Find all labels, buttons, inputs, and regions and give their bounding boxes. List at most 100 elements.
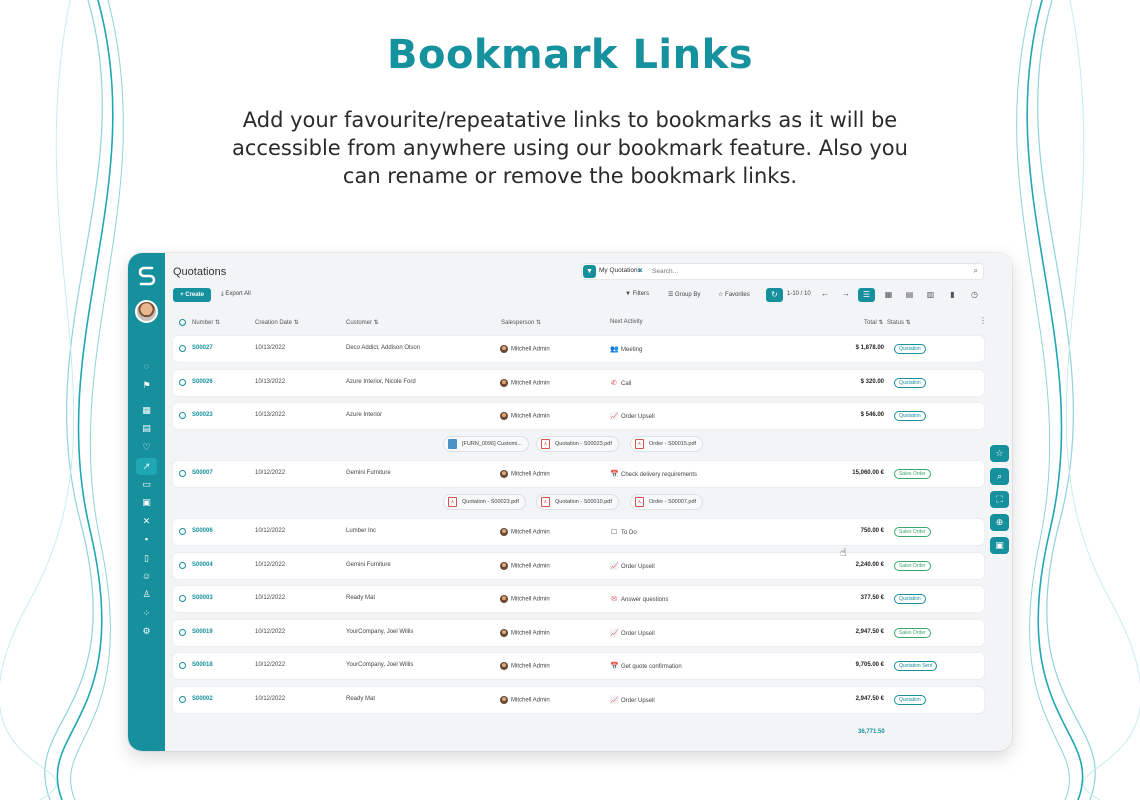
fullscreen-button[interactable]: ⛶ — [990, 491, 1009, 508]
column-total[interactable]: Total ⇅ — [864, 319, 883, 326]
column-status[interactable]: Status ⇅ — [887, 319, 911, 326]
column-options-icon[interactable]: ⋮ — [979, 316, 987, 325]
row-checkbox[interactable] — [179, 345, 186, 354]
pager-prev-icon[interactable]: ← — [821, 289, 829, 298]
quotation-number[interactable]: S00004 — [192, 562, 213, 568]
table-row[interactable]: S00004 10/12/2022 Gemini Furniture Mitchell… — [173, 553, 984, 579]
kanban-view-icon[interactable]: ▦ — [880, 288, 897, 302]
pivot-view-icon[interactable]: ▥ — [922, 288, 939, 302]
attachment-chip[interactable]: ⋏ Quotation - S00010.pdf — [536, 494, 619, 510]
next-activity[interactable]: ✆ Call — [610, 379, 631, 387]
next-activity[interactable]: 📅 Check delivery requirements — [610, 470, 697, 478]
attachment-chip[interactable]: ⋏ Quotation - S00023.pdf — [536, 436, 619, 452]
save-float-button[interactable]: ▣ — [990, 537, 1009, 554]
column-customer[interactable]: Customer ⇅ — [346, 319, 379, 326]
heart-icon[interactable]: ♡ — [138, 440, 155, 455]
attachment-chip[interactable]: ⋏ Order - S00015.pdf — [630, 436, 704, 452]
tools-icon[interactable]: ✕ — [138, 514, 155, 529]
next-activity[interactable]: 📅 Get quote confirmation — [610, 662, 682, 670]
row-checkbox[interactable] — [179, 595, 186, 604]
column-number[interactable]: Number ⇅ — [192, 319, 220, 326]
row-checkbox[interactable] — [179, 629, 186, 638]
column-salesperson[interactable]: Salesperson ⇅ — [501, 319, 541, 326]
attachment-chip[interactable]: [FURN_0096] Customi... — [443, 436, 529, 452]
favorites-button[interactable]: ☆ Favorites — [718, 291, 750, 298]
table-row[interactable]: S00026 10/13/2022 Azure Interior, Nicole F… — [173, 370, 984, 396]
quotation-number[interactable]: S00027 — [192, 345, 213, 351]
next-activity[interactable]: ✉ Answer questions — [610, 595, 668, 603]
attachment-chip[interactable]: ⋏ Quotation - S00023.pdf — [443, 494, 526, 510]
calendar-view-icon[interactable]: ▤ — [901, 288, 918, 302]
column-next-activity[interactable]: Next Activity — [610, 319, 643, 325]
status-badge: Quotation — [894, 695, 926, 705]
next-activity[interactable]: 📈 Order Upsell — [610, 412, 655, 420]
refresh-button[interactable]: ↻ — [766, 288, 783, 302]
next-activity[interactable]: 📈 Order Upsell — [610, 696, 655, 704]
quotation-number[interactable]: S00003 — [192, 595, 213, 601]
search-float-button[interactable]: ⌕ — [990, 468, 1009, 485]
select-all-checkbox[interactable] — [179, 319, 186, 328]
billing-icon[interactable]: ▪ — [138, 532, 155, 547]
graph-view-icon[interactable]: ▮ — [944, 288, 961, 302]
calendar-grid-icon[interactable]: ▣ — [138, 495, 155, 510]
next-activity[interactable]: ☐ To Do — [610, 528, 637, 536]
group-by-button[interactable]: ☰ Group By — [668, 291, 700, 298]
table-row[interactable]: S00019 10/12/2022 YourCompany, Joel Willis… — [173, 620, 984, 646]
table-row[interactable]: S00002 10/12/2022 Ready Mat Mitchell Admin 📈… — [173, 687, 984, 713]
quotation-number[interactable]: S00019 — [192, 629, 213, 635]
table-row[interactable]: S00027 10/13/2022 Deco Addict, Addison Ols… — [173, 336, 984, 362]
row-checkbox[interactable] — [179, 528, 186, 537]
document-icon[interactable]: ▯ — [138, 551, 155, 566]
pager-next-icon[interactable]: → — [842, 289, 850, 298]
column-creation-date[interactable]: Creation Date ⇅ — [255, 319, 299, 326]
flag-icon[interactable]: ⚑ — [138, 378, 155, 393]
table-row[interactable]: S00006 10/12/2022 Lumber Inc Mitchell Admin… — [173, 519, 984, 545]
search-icon[interactable]: ⌕ — [974, 266, 978, 276]
create-button[interactable]: + Create — [173, 288, 211, 302]
quotation-number[interactable]: S00002 — [192, 696, 213, 702]
user-avatar[interactable] — [135, 300, 158, 323]
bookmark-star-button[interactable]: ☆ — [990, 445, 1009, 462]
table-row[interactable]: S00018 10/12/2022 YourCompany, Joel Willis… — [173, 653, 984, 679]
discuss-icon[interactable]: ◌ — [138, 359, 155, 374]
quotation-number[interactable]: S00007 — [192, 470, 213, 476]
row-checkbox[interactable] — [179, 470, 186, 479]
zoom-button[interactable]: ⊕ — [990, 514, 1009, 531]
row-checkbox[interactable] — [179, 412, 186, 421]
quotation-number[interactable]: S00026 — [192, 379, 213, 385]
invoice-icon[interactable]: ▭ — [138, 477, 155, 492]
quotation-number[interactable]: S00018 — [192, 662, 213, 668]
settings-gear-icon[interactable]: ⚙ — [138, 624, 155, 639]
facet-close-icon[interactable]: × — [638, 266, 643, 275]
row-checkbox[interactable] — [179, 562, 186, 571]
app-logo-icon[interactable] — [135, 263, 159, 287]
filters-button[interactable]: ▼ Filters — [625, 291, 649, 297]
apps-icon[interactable]: ⁘ — [138, 606, 155, 621]
user-icon[interactable]: ♙ — [138, 587, 155, 602]
row-checkbox[interactable] — [179, 379, 186, 388]
sales-chart-icon[interactable]: ↗ — [136, 458, 157, 475]
table-row[interactable]: S00003 10/12/2022 Ready Mat Mitchell Admin ✉… — [173, 586, 984, 612]
notes-icon[interactable]: ▤ — [138, 421, 155, 436]
quotation-number[interactable]: S00006 — [192, 528, 213, 534]
next-activity[interactable]: 📈 Order Upsell — [610, 562, 655, 570]
row-checkbox[interactable] — [179, 662, 186, 671]
activity-view-icon[interactable]: ◷ — [966, 288, 983, 302]
salesperson: Mitchell Admin — [500, 528, 550, 536]
next-activity[interactable]: 👥 Meeting — [610, 345, 642, 353]
pager-value[interactable]: 1-10 / 10 — [787, 291, 811, 297]
table-row[interactable]: S00023 10/13/2022 Azure Interior Mitchell A… — [173, 403, 984, 429]
quotation-number[interactable]: S00023 — [192, 412, 213, 418]
export-all-button[interactable]: ⤓ Export All — [221, 291, 251, 298]
attachment-chip[interactable]: ⋏ Order - S00007.pdf — [630, 494, 704, 510]
status-badge: Sales Order — [894, 469, 931, 479]
contacts-icon[interactable]: ☺ — [138, 569, 155, 584]
next-activity[interactable]: 📈 Order Upsell — [610, 629, 655, 637]
table-row[interactable]: S00007 10/12/2022 Gemini Furniture Mitchell… — [173, 461, 984, 487]
calendar-app-icon[interactable]: ▦ — [138, 403, 155, 418]
chart-icon: 📈 — [610, 697, 619, 704]
row-checkbox[interactable] — [179, 696, 186, 705]
list-view-icon[interactable]: ☰ — [858, 288, 875, 302]
search-bar[interactable]: ▼ My Quotations × ⌕ — [581, 263, 984, 280]
search-input[interactable] — [652, 266, 952, 277]
